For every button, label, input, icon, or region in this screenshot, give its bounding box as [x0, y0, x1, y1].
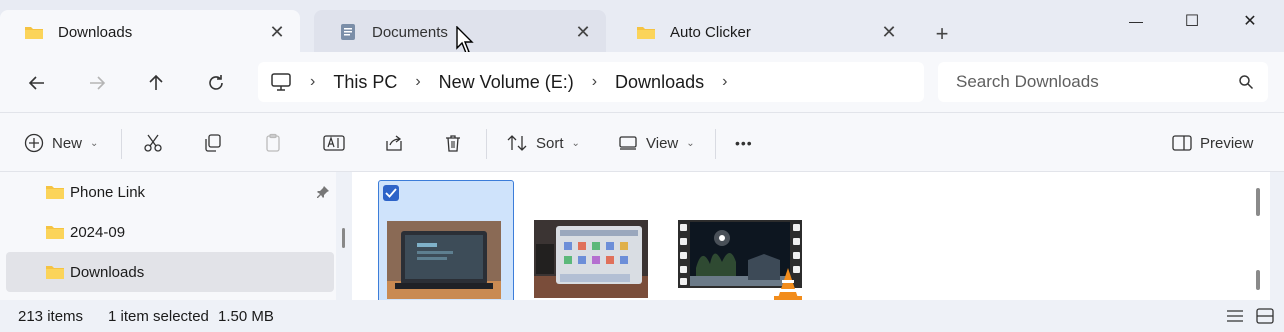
folder-icon	[637, 27, 655, 39]
clipboard-icon	[266, 133, 280, 152]
copy-icon	[205, 134, 221, 152]
address-bar[interactable]: › This PC › New Volume (E:) › Downloads …	[258, 62, 924, 102]
maximize-button[interactable]: ☐	[1172, 8, 1212, 34]
tab-label: Downloads	[58, 23, 133, 41]
back-button[interactable]	[22, 68, 52, 98]
chevron-down-icon: ⌄	[90, 137, 99, 149]
folder-icon	[46, 186, 64, 199]
document-icon	[341, 24, 355, 40]
navigation-pane: Phone Link 2024-09 Downloads	[0, 172, 336, 300]
sidebar-item-2024-09[interactable]: 2024-09	[6, 212, 334, 252]
share-icon	[386, 135, 402, 151]
preview-label: Preview	[1200, 134, 1254, 152]
new-button[interactable]: New ⌄	[24, 127, 98, 159]
item-count: 213 items	[18, 308, 84, 325]
view-label: View	[646, 134, 679, 152]
breadcrumb-separator[interactable]: ›	[722, 73, 727, 91]
refresh-button[interactable]	[201, 68, 231, 98]
new-tab-button[interactable]: +	[928, 20, 956, 48]
trash-icon	[446, 135, 460, 152]
chevron-down-icon: ⌄	[686, 137, 695, 149]
address-row: › This PC › New Volume (E:) › Downloads …	[0, 52, 1284, 112]
preview-pane-button[interactable]: Preview	[1172, 127, 1253, 159]
search-input[interactable]: Search Downloads	[956, 72, 1238, 92]
view-button[interactable]: View ⌄	[618, 127, 695, 159]
close-tab-icon[interactable]: ✕	[878, 21, 900, 43]
folder-icon	[25, 27, 43, 39]
status-bar: 213 items 1 item selected 1.50 MB	[0, 300, 1284, 332]
tab-label: Auto Clicker	[670, 23, 751, 41]
sidebar-item-label: 2024-09	[70, 223, 126, 241]
sidebar-scrollbar[interactable]	[342, 228, 345, 248]
pin-icon[interactable]	[316, 185, 330, 199]
folder-icon	[46, 266, 64, 279]
share-button[interactable]	[384, 127, 404, 159]
close-tab-icon[interactable]: ✕	[572, 21, 594, 43]
copy-button[interactable]	[203, 127, 223, 159]
close-tab-icon[interactable]: ✕	[266, 21, 288, 43]
file-item-laptop-photo[interactable]	[378, 180, 514, 300]
plus-circle-icon	[24, 133, 44, 153]
divider	[486, 129, 487, 159]
delete-button[interactable]	[443, 127, 463, 159]
sidebar-item-label: Downloads	[70, 263, 145, 281]
command-bar: New ⌄ Sort ⌄ View ⌄ ••• Preview	[0, 112, 1284, 172]
paste-button[interactable]	[263, 127, 283, 159]
folder-icon	[46, 226, 64, 239]
view-icon	[619, 136, 637, 150]
video-thumbnail	[678, 220, 802, 300]
sidebar-item-phone-link[interactable]: Phone Link	[6, 172, 334, 212]
rename-icon	[323, 135, 345, 151]
divider	[121, 129, 122, 159]
breadcrumb-this-pc[interactable]: This PC	[333, 72, 397, 93]
minimize-button[interactable]: —	[1116, 8, 1156, 34]
breadcrumb-separator[interactable]: ›	[592, 73, 597, 91]
chevron-down-icon: ⌄	[571, 137, 580, 149]
tab-downloads[interactable]: Downloads ✕	[0, 10, 300, 54]
monitor-icon	[271, 73, 291, 91]
forward-button[interactable]	[82, 68, 112, 98]
file-item-tablet-photo[interactable]	[528, 180, 664, 300]
sidebar-item-downloads[interactable]: Downloads	[6, 252, 334, 292]
selection-size: 1.50 MB	[218, 308, 274, 325]
rename-button[interactable]	[323, 127, 345, 159]
content-scrollbar[interactable]	[1256, 188, 1260, 216]
close-window-button[interactable]: ✕	[1230, 8, 1270, 34]
arrow-up-icon	[149, 74, 163, 90]
sort-icon	[507, 135, 527, 151]
up-button[interactable]	[141, 68, 171, 98]
file-item-night-street-video[interactable]	[672, 180, 808, 300]
scissors-icon	[144, 134, 162, 152]
tab-auto-clicker[interactable]: Auto Clicker ✕	[612, 10, 912, 54]
laptop-photo-thumbnail	[387, 221, 501, 299]
search-box[interactable]: Search Downloads	[938, 62, 1268, 102]
breadcrumb-new-volume[interactable]: New Volume (E:)	[439, 72, 574, 93]
new-label: New	[52, 134, 83, 152]
breadcrumb-separator: ›	[310, 73, 316, 90]
content-scrollbar-thumb[interactable]	[1256, 270, 1260, 290]
breadcrumb-downloads[interactable]: Downloads	[615, 72, 704, 93]
tablet-photo-thumbnail	[534, 220, 648, 298]
preview-pane-icon	[1172, 135, 1192, 151]
refresh-icon	[209, 75, 223, 90]
arrow-left-icon	[28, 76, 44, 90]
details-view-icon[interactable]	[1226, 308, 1244, 324]
checkbox-checked-icon[interactable]	[383, 185, 399, 201]
cut-button[interactable]	[143, 127, 163, 159]
search-icon[interactable]	[1238, 74, 1254, 90]
more-options-button[interactable]: •••	[735, 127, 753, 159]
sort-label: Sort	[536, 134, 564, 152]
file-list	[352, 172, 1270, 300]
divider	[715, 129, 716, 159]
sort-button[interactable]: Sort ⌄	[506, 127, 580, 159]
arrow-right-icon	[90, 76, 106, 90]
tiles-view-icon[interactable]	[1256, 308, 1274, 324]
breadcrumb-separator[interactable]: ›	[415, 73, 420, 91]
tab-strip: Downloads ✕ Documents ✕ Auto Clicker ✕ +…	[0, 0, 1284, 54]
sidebar-item-label: Phone Link	[70, 183, 146, 201]
selection-count: 1 item selected	[108, 308, 209, 325]
